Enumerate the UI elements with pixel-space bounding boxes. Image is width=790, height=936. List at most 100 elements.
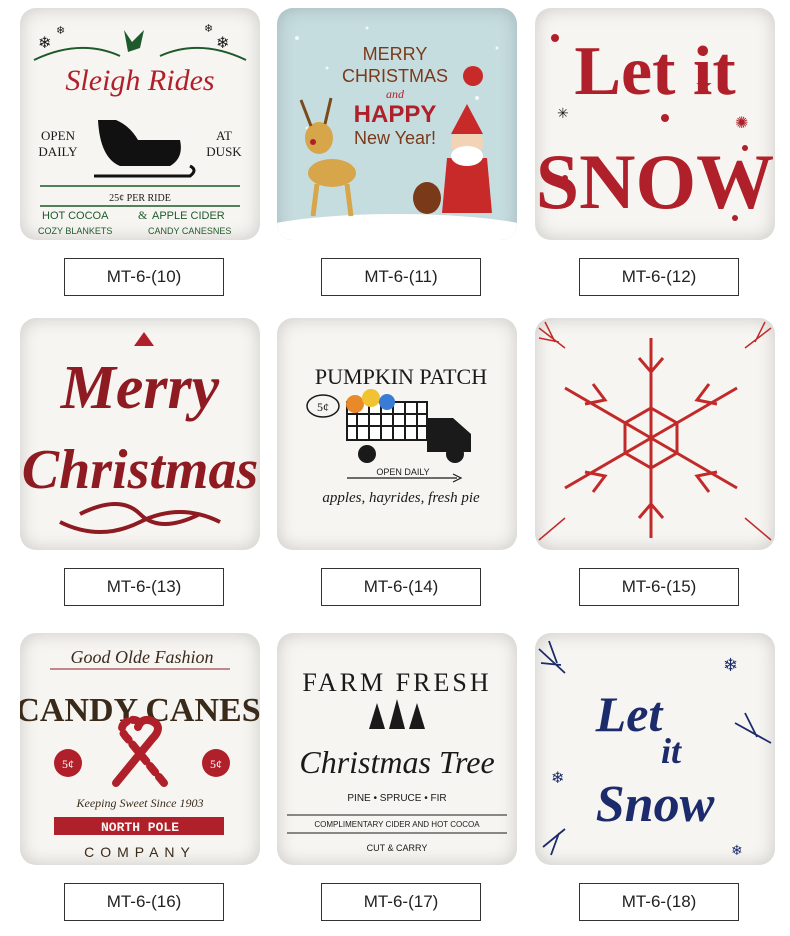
pillow-image: ❄ ❄ ❄ Let it Snow bbox=[535, 633, 775, 865]
product-code-text: MT-6-(13) bbox=[106, 577, 182, 596]
snowflake-icon: ❄ bbox=[731, 842, 743, 858]
pillow-text: Merry bbox=[60, 354, 220, 422]
pillow-text: SNOW bbox=[536, 138, 774, 225]
pillow-text: & bbox=[138, 208, 148, 222]
pillow-text: Let bbox=[595, 686, 665, 742]
pillow-graphic: Merry Christmas bbox=[22, 332, 259, 534]
product-card[interactable]: FARM FRESH Christmas Tree PINE • SPRUCE … bbox=[277, 633, 527, 933]
product-code-text: MT-6-(18) bbox=[621, 892, 697, 911]
pillow-image bbox=[535, 318, 775, 550]
product-code-text: MT-6-(16) bbox=[106, 892, 182, 911]
pillow-image: FARM FRESH Christmas Tree PINE • SPRUCE … bbox=[277, 633, 517, 865]
pillow-text: HOT COCOA bbox=[42, 210, 109, 222]
pillow-image: ❄ ❄ ❄ ❄ Sleigh Rides OPEN DAILY AT DUSK … bbox=[20, 8, 260, 240]
snowflake-icon: ❄ bbox=[204, 23, 213, 35]
pillow-text: CANDY CANESNES bbox=[148, 226, 231, 236]
pillow-graphic: MERRY CHRISTMAS and HAPPY New Year! bbox=[277, 26, 517, 240]
pillow-image: Merry Christmas bbox=[20, 318, 260, 550]
product-code-label: MT-6-(11) bbox=[321, 258, 481, 296]
tree-icon bbox=[369, 699, 425, 729]
pillow-text: HAPPY bbox=[354, 101, 437, 128]
pillow-text: PINE • SPRUCE • FIR bbox=[347, 793, 446, 804]
sleigh-icon bbox=[98, 120, 181, 166]
pillow-text: Christmas bbox=[22, 439, 259, 501]
pillow-text: 5¢ bbox=[317, 400, 329, 414]
product-card[interactable]: ❄ ❄ ❄ ❄ Sleigh Rides OPEN DAILY AT DUSK … bbox=[20, 8, 270, 308]
snowflake-icon: ✺ bbox=[735, 115, 748, 132]
snowflake-icon: ❄ bbox=[56, 25, 65, 37]
pillow-text: APPLE CIDER bbox=[152, 210, 225, 222]
pillow-text: Christmas Tree bbox=[299, 744, 494, 780]
product-code-label: MT-6-(16) bbox=[64, 883, 224, 921]
pillow-graphic: Good Olde Fashion CANDY CANES 5¢ 5¢ Keep… bbox=[20, 647, 260, 860]
product-code-label: MT-6-(13) bbox=[64, 568, 224, 606]
pillow-image: ✳ ✺ ★ Let it SNOW bbox=[535, 8, 775, 240]
product-code-label: MT-6-(18) bbox=[579, 883, 739, 921]
pillow-text: 5¢ bbox=[62, 757, 74, 771]
product-card[interactable]: Good Olde Fashion CANDY CANES 5¢ 5¢ Keep… bbox=[20, 633, 270, 933]
pillow-text: OPEN DAILY bbox=[376, 467, 429, 477]
snowflake-icon bbox=[564, 338, 738, 538]
pillow-text: Let it bbox=[574, 33, 735, 110]
pillow-graphic: ❄ ❄ ❄ Let it Snow bbox=[538, 640, 772, 858]
pillow-text: COZY BLANKETS bbox=[38, 226, 112, 236]
pillow-text: FARM FRESH bbox=[302, 668, 491, 697]
pillow-text: Sleigh Rides bbox=[65, 64, 214, 97]
pillow-image: Good Olde Fashion CANDY CANES 5¢ 5¢ Keep… bbox=[20, 633, 260, 865]
pillow-graphic: FARM FRESH Christmas Tree PINE • SPRUCE … bbox=[287, 668, 507, 853]
pillow-text: COMPLIMENTARY CIDER AND HOT COCOA bbox=[314, 820, 480, 829]
product-code-label: MT-6-(14) bbox=[321, 568, 481, 606]
product-code-label: MT-6-(15) bbox=[579, 568, 739, 606]
pillow-image: PUMPKIN PATCH 5¢ OPEN DAILY apples, hayr bbox=[277, 318, 517, 550]
truck-icon bbox=[346, 389, 471, 463]
pillow-text: CUT & CARRY bbox=[367, 843, 428, 853]
product-code-label: MT-6-(10) bbox=[64, 258, 224, 296]
product-card[interactable]: ❄ ❄ ❄ Let it Snow MT-6-(18) bbox=[535, 633, 785, 933]
product-card[interactable]: PUMPKIN PATCH 5¢ OPEN DAILY apples, hayr bbox=[277, 318, 527, 618]
pillow-graphic bbox=[538, 321, 772, 541]
product-card[interactable]: ✳ ✺ ★ Let it SNOW MT-6-(12) bbox=[535, 8, 785, 308]
flourish bbox=[59, 502, 221, 534]
pillow-text: PUMPKIN PATCH bbox=[315, 364, 487, 389]
product-card[interactable]: MT-6-(15) bbox=[535, 318, 785, 618]
reindeer-icon bbox=[124, 30, 144, 52]
pillow-text: COMPANY bbox=[84, 844, 196, 860]
pillow-text: it bbox=[661, 731, 682, 771]
product-code-label: MT-6-(17) bbox=[321, 883, 481, 921]
product-code-text: MT-6-(11) bbox=[364, 267, 438, 286]
pillow-text: 25¢ PER RIDE bbox=[109, 193, 171, 204]
bird-icon bbox=[463, 66, 483, 86]
product-code-text: MT-6-(15) bbox=[621, 577, 697, 596]
snowflake-icon: ❄ bbox=[38, 35, 51, 52]
product-card[interactable]: MERRY CHRISTMAS and HAPPY New Year! MT-6… bbox=[277, 8, 527, 308]
pillow-text: OPEN bbox=[41, 128, 76, 143]
snowflake-icon: ✳ bbox=[557, 105, 569, 121]
pillow-text: CHRISTMAS bbox=[342, 66, 448, 86]
pillow-image: MERRY CHRISTMAS and HAPPY New Year! bbox=[277, 8, 517, 240]
product-code-text: MT-6-(12) bbox=[621, 267, 697, 286]
pillow-graphic: ❄ ❄ ❄ ❄ Sleigh Rides OPEN DAILY AT DUSK … bbox=[33, 23, 247, 236]
product-card[interactable]: Merry Christmas MT-6-(13) bbox=[20, 318, 270, 618]
tree-icon bbox=[134, 332, 154, 346]
pillow-text: 5¢ bbox=[210, 757, 222, 771]
pillow-text: Keeping Sweet Since 1903 bbox=[76, 796, 204, 810]
pillow-text: AT bbox=[216, 128, 232, 143]
candy-cane-icon bbox=[112, 715, 168, 787]
product-code-text: MT-6-(14) bbox=[363, 577, 439, 596]
product-code-label: MT-6-(12) bbox=[579, 258, 739, 296]
pillow-text: DAILY bbox=[38, 144, 78, 159]
pillow-text: DUSK bbox=[206, 144, 242, 159]
pillow-text: MERRY bbox=[363, 44, 428, 64]
product-code-text: MT-6-(17) bbox=[363, 892, 439, 911]
snowflake-icon: ❄ bbox=[551, 770, 564, 787]
pillow-text: NORTH POLE bbox=[101, 820, 179, 835]
pillow-graphic: PUMPKIN PATCH 5¢ OPEN DAILY apples, hayr bbox=[306, 364, 487, 506]
pillow-text: New Year! bbox=[354, 128, 436, 148]
pillow-text: Good Olde Fashion bbox=[71, 647, 214, 667]
product-code-text: MT-6-(10) bbox=[106, 267, 182, 286]
reindeer-icon bbox=[299, 97, 356, 217]
pillow-text: apples, hayrides, fresh pie bbox=[322, 490, 480, 506]
pillow-graphic: ✳ ✺ ★ Let it SNOW bbox=[536, 33, 774, 225]
pillow-text: Snow bbox=[596, 776, 715, 833]
pillow-text: and bbox=[386, 87, 405, 101]
